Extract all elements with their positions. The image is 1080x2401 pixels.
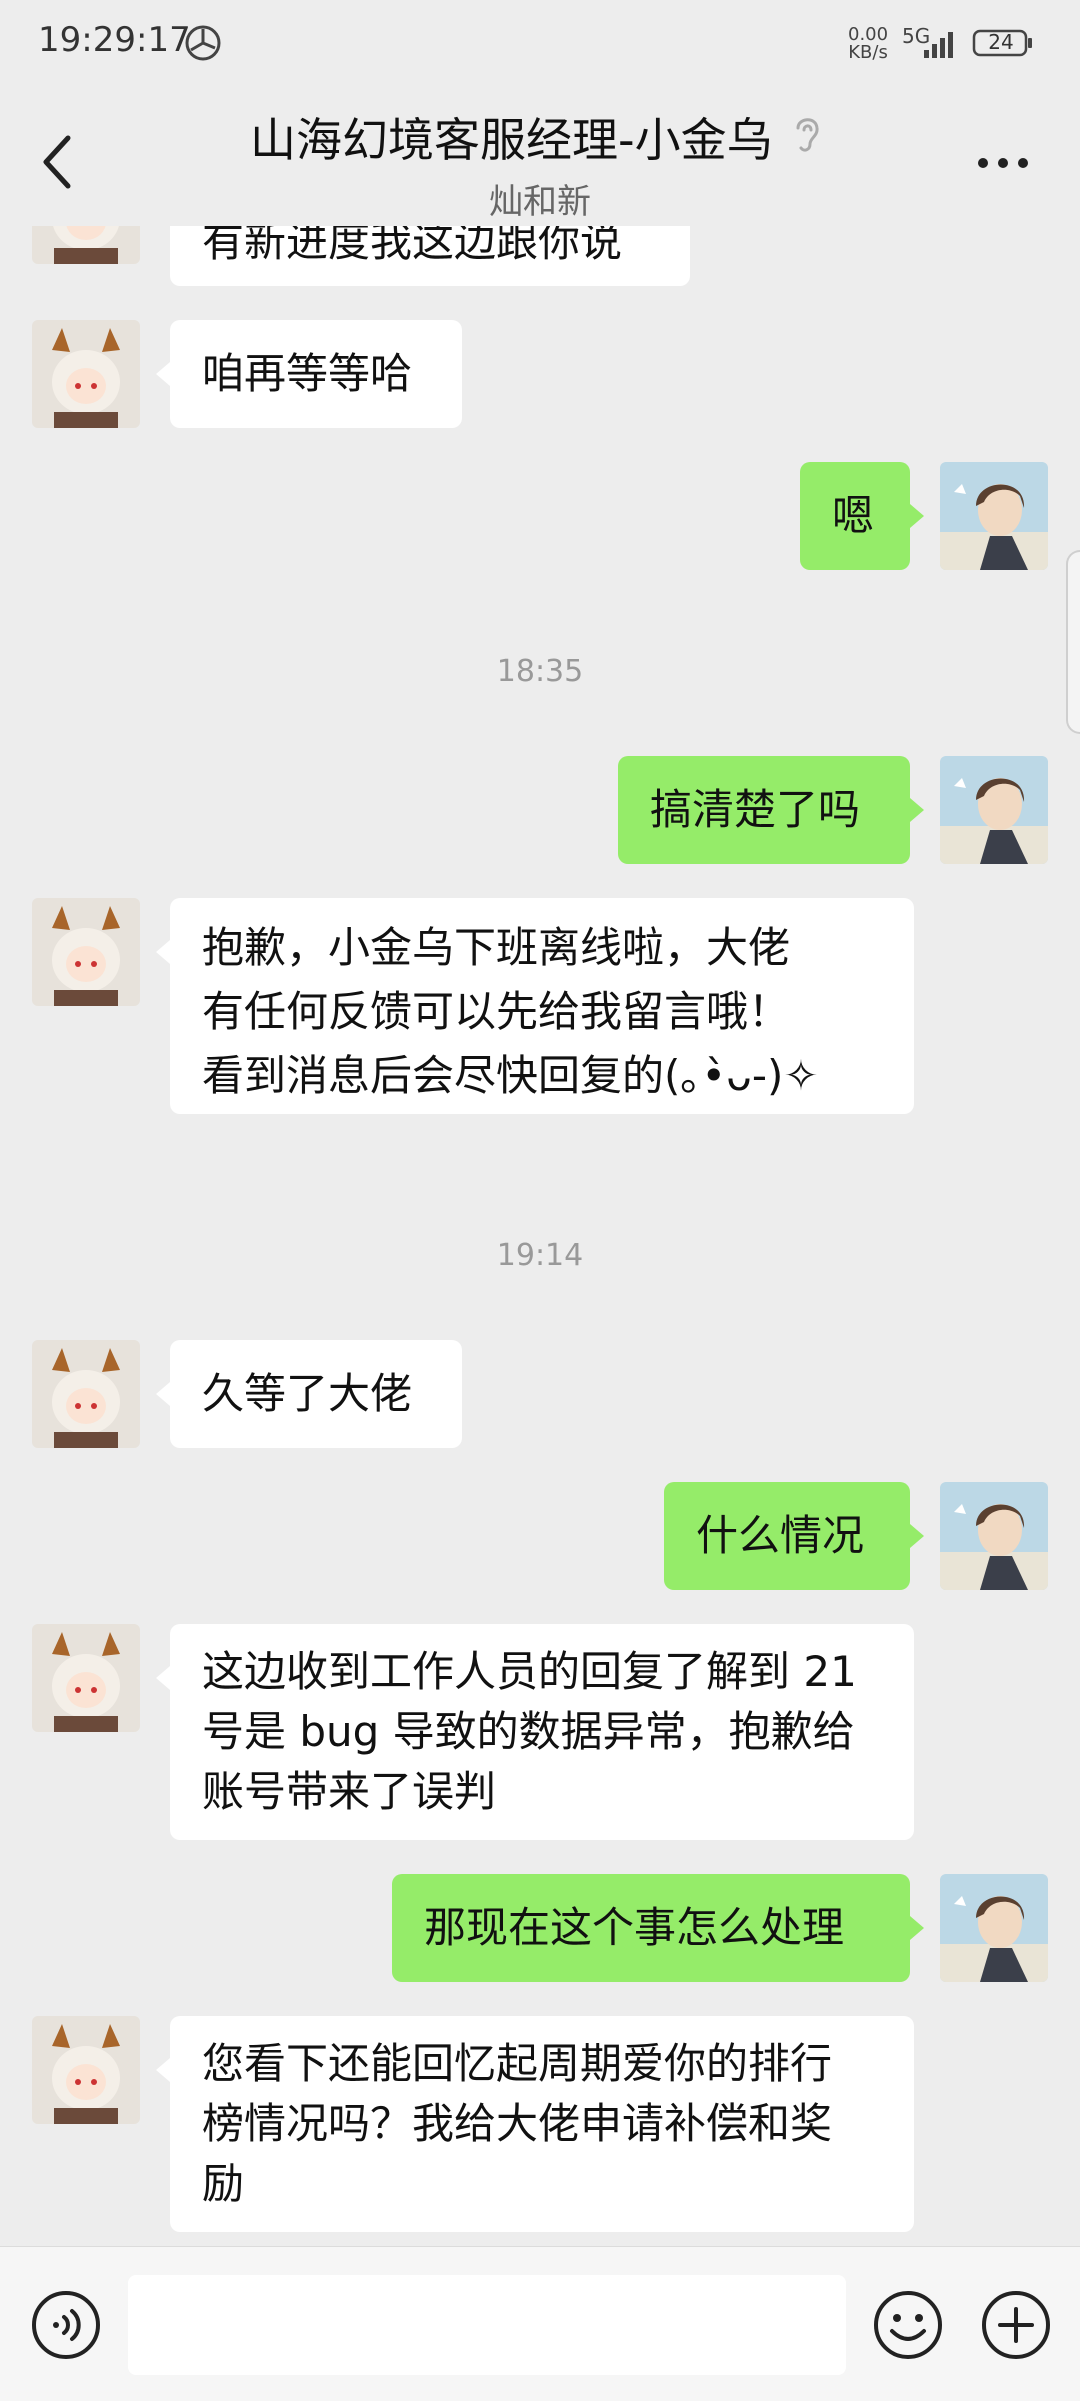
message-line: 看到消息后会尽快回复的(｡•̀ᴗ-)✧ — [202, 1051, 819, 1100]
message-line: 号是 bug 导致的数据异常，抱歉给 — [202, 1707, 855, 1756]
avatar-icon — [32, 2016, 140, 2124]
avatar-icon — [940, 756, 1048, 864]
my-avatar[interactable] — [940, 756, 1048, 864]
message-bubble[interactable]: 搞清楚了吗 — [618, 756, 910, 864]
avatar[interactable] — [32, 320, 140, 428]
message-line: 榜情况吗？我给大佬申请补偿和奖 — [202, 2099, 833, 2148]
message-row: 您看下还能回忆起周期爱你的排行 榜情况吗？我给大佬申请补偿和奖 励 — [0, 2016, 1080, 2236]
message-row: 咱再等等哈 — [0, 320, 1080, 428]
message-bubble[interactable]: 嗯 — [800, 462, 910, 570]
bubble-tail — [910, 504, 924, 528]
bubble-tail — [156, 1666, 170, 1690]
message-row: 抱歉，小金乌下班离线啦，大佬 有任何反馈可以先给我留言哦！ 看到消息后会尽快回复… — [0, 898, 1080, 1114]
more-icon[interactable] — [976, 156, 1030, 170]
bubble-tail — [156, 2058, 170, 2082]
message-row: 有新进度我这边跟你说 — [0, 226, 1080, 286]
emoji-icon[interactable] — [872, 2289, 944, 2361]
message-line: 您看下还能回忆起周期爱你的排行 — [202, 2039, 833, 2088]
message-line: 这边收到工作人员的回复了解到 21 — [202, 1647, 857, 1696]
status-time: 19:29:17 — [38, 20, 191, 60]
message-row: 那现在这个事怎么处理 — [0, 1874, 1080, 1982]
message-line: 账号带来了误判 — [202, 1767, 497, 1816]
avatar-icon — [940, 1482, 1048, 1590]
message-input[interactable] — [128, 2275, 846, 2375]
avatar[interactable] — [32, 1340, 140, 1448]
bubble-tail — [156, 362, 170, 386]
chat-header: 山海幻境客服经理-小金乌 灿和新 — [0, 86, 1080, 226]
message-row: 这边收到工作人员的回复了解到 21 号是 bug 导致的数据异常，抱歉给 账号带… — [0, 1624, 1080, 1840]
message-row: 久等了大佬 — [0, 1340, 1080, 1448]
message-row: 搞清楚了吗 — [0, 756, 1080, 864]
message-line: 励 — [202, 2159, 245, 2208]
avatar-icon — [940, 462, 1048, 570]
avatar[interactable] — [32, 226, 140, 264]
avatar-icon — [32, 1340, 140, 1448]
message-bubble[interactable]: 您看下还能回忆起周期爱你的排行 榜情况吗？我给大佬申请补偿和奖 励 — [170, 2016, 914, 2232]
my-avatar[interactable] — [940, 1482, 1048, 1590]
bubble-tail — [156, 1382, 170, 1406]
signal-icon — [924, 32, 953, 58]
message-list[interactable]: 有新进度我这边跟你说 咱再等等哈 嗯 18:35 搞清楚了吗 抱歉，小金乌下班离… — [0, 226, 1080, 2246]
chat-title: 山海幻境客服经理-小金乌 — [250, 113, 773, 167]
message-bubble[interactable]: 抱歉，小金乌下班离线啦，大佬 有任何反馈可以先给我留言哦！ 看到消息后会尽快回复… — [170, 898, 914, 1114]
bubble-tail — [910, 798, 924, 822]
avatar-icon — [32, 320, 140, 428]
avatar-icon — [940, 1874, 1048, 1982]
avatar[interactable] — [32, 2016, 140, 2124]
pinwheel-icon — [185, 25, 221, 61]
message-row: 什么情况 — [0, 1482, 1080, 1590]
my-avatar[interactable] — [940, 462, 1048, 570]
message-bubble[interactable]: 什么情况 — [664, 1482, 910, 1590]
plus-icon[interactable] — [980, 2289, 1052, 2361]
net-speed: 0.00 KB/s — [848, 26, 888, 62]
chat-subtitle: 灿和新 — [489, 182, 591, 222]
bubble-tail — [910, 1524, 924, 1548]
my-avatar[interactable] — [940, 1874, 1048, 1982]
avatar[interactable] — [32, 898, 140, 1006]
message-bubble[interactable]: 这边收到工作人员的回复了解到 21 号是 bug 导致的数据异常，抱歉给 账号带… — [170, 1624, 914, 1840]
side-scroll-handle[interactable] — [1066, 550, 1080, 734]
message-row: 嗯 — [0, 462, 1080, 570]
avatar[interactable] — [32, 1624, 140, 1732]
message-bubble[interactable]: 有新进度我这边跟你说 — [170, 226, 690, 286]
battery-level: 24 — [988, 30, 1014, 54]
input-bar — [0, 2246, 1080, 2401]
net-speed-unit: KB/s — [848, 42, 888, 63]
status-bar: 19:29:17 0.00 KB/s 5G 24 — [0, 0, 1080, 86]
avatar-icon — [32, 226, 140, 264]
timestamp: 19:14 — [496, 1238, 584, 1273]
ear-icon — [796, 118, 819, 152]
message-bubble[interactable]: 久等了大佬 — [170, 1340, 462, 1448]
message-line: 有任何反馈可以先给我留言哦！ — [202, 987, 791, 1036]
bubble-tail — [156, 940, 170, 964]
avatar-icon — [32, 1624, 140, 1732]
timestamp: 18:35 — [496, 654, 584, 689]
bubble-tail — [910, 1916, 924, 1940]
message-line: 抱歉，小金乌下班离线啦，大佬 — [202, 923, 791, 972]
message-bubble[interactable]: 那现在这个事怎么处理 — [392, 1874, 910, 1982]
voice-icon[interactable] — [30, 2289, 102, 2361]
message-bubble[interactable]: 咱再等等哈 — [170, 320, 462, 428]
avatar-icon — [32, 898, 140, 1006]
